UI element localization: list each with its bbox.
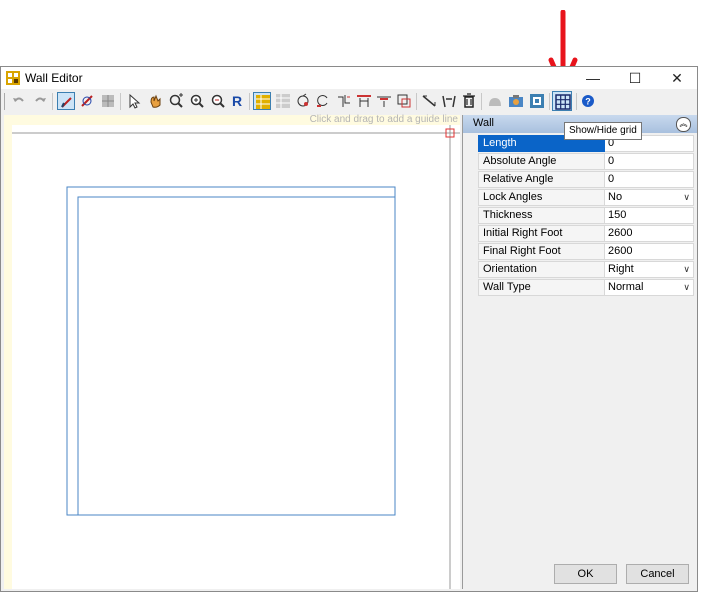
shape-icon[interactable] (486, 92, 504, 110)
wall-table-icon[interactable] (253, 92, 271, 110)
collapse-chevron-icon[interactable]: ︽ (676, 117, 691, 132)
property-value-input[interactable]: 2600 (605, 243, 694, 260)
rotate-icon[interactable] (294, 92, 312, 110)
svg-text:?: ? (585, 97, 591, 107)
grid-tooltip: Show/Hide grid (564, 122, 642, 140)
toolbar-separator (120, 93, 121, 110)
property-name: Absolute Angle (478, 153, 605, 170)
window-title: Wall Editor (25, 71, 83, 85)
close-button[interactable]: ✕ (656, 67, 698, 89)
property-value-input[interactable]: 2600 (605, 225, 694, 242)
property-panel: Wall ︽ Length 0 Absolute Angle 0 Relativ… (462, 115, 697, 589)
property-row-relative-angle[interactable]: Relative Angle 0 (478, 171, 694, 188)
align-bottom-icon[interactable] (375, 92, 393, 110)
drawing-area[interactable]: Click and drag to add a guide line (4, 114, 460, 589)
property-value-input[interactable]: 0 (605, 153, 694, 170)
property-row-final-right-foot[interactable]: Final Right Foot 2600 (478, 243, 694, 260)
property-name: Final Right Foot (478, 243, 605, 260)
property-name: Lock Angles (478, 189, 605, 206)
property-name: Orientation (478, 261, 605, 278)
trash-icon[interactable] (460, 92, 478, 110)
chevron-down-icon[interactable]: ∨ (683, 280, 690, 295)
toolbar-separator (52, 93, 53, 110)
draw-wall-icon[interactable] (57, 92, 75, 110)
property-name: Initial Right Foot (478, 225, 605, 242)
canvas-drawing (12, 125, 460, 589)
app-icon (6, 71, 20, 85)
ok-button[interactable]: OK (554, 564, 617, 584)
zoom-plus-icon[interactable] (167, 92, 185, 110)
svg-text:R: R (232, 93, 242, 109)
property-value-select[interactable]: No ∨ (605, 189, 694, 206)
zoom-in-icon[interactable] (188, 92, 206, 110)
grid-icon[interactable] (552, 91, 572, 111)
measure-icon[interactable] (420, 92, 438, 110)
maximize-button[interactable]: ☐ (614, 67, 656, 89)
title-bar: Wall Editor — ☐ ✕ (1, 67, 697, 89)
property-section-title: Wall (473, 117, 494, 129)
property-name: Wall Type (478, 279, 605, 296)
toolbar-separator (549, 93, 550, 110)
guide-hint-text: Click and drag to add a guide line (309, 114, 458, 125)
split-wall-icon[interactable] (335, 92, 353, 110)
property-value-input[interactable]: 0 (605, 171, 694, 188)
rotate-left-icon[interactable] (314, 92, 332, 110)
property-row-absolute-angle[interactable]: Absolute Angle 0 (478, 153, 694, 170)
undo-icon[interactable] (10, 92, 28, 110)
hatch-icon[interactable] (99, 92, 117, 110)
offset-icon[interactable] (395, 92, 413, 110)
select-pointer-icon[interactable] (125, 92, 143, 110)
door-table-icon[interactable] (274, 92, 292, 110)
property-name: Thickness (478, 207, 605, 224)
align-top-icon[interactable] (355, 92, 373, 110)
property-value-select[interactable]: Right ∨ (605, 261, 694, 278)
property-row-orientation[interactable]: Orientation Right ∨ (478, 261, 694, 278)
toolbar-grip (4, 93, 5, 110)
property-name: Relative Angle (478, 171, 605, 188)
chevron-down-icon[interactable]: ∨ (683, 190, 690, 205)
texture-icon[interactable] (528, 92, 546, 110)
cancel-button[interactable]: Cancel (626, 564, 689, 584)
reset-view-icon[interactable]: R (229, 92, 247, 110)
photo-icon[interactable] (507, 92, 525, 110)
toolbar-separator (416, 93, 417, 110)
toolbar-separator (481, 93, 482, 110)
property-value: Normal (608, 281, 644, 293)
redo-icon[interactable] (31, 92, 49, 110)
toolbar: R ? (1, 89, 697, 115)
property-value: No (608, 191, 623, 203)
minimize-button[interactable]: — (572, 67, 614, 89)
wall-editor-window: Wall Editor — ☐ ✕ R ? Click and drag to … (0, 66, 698, 592)
property-value-input[interactable]: 150 (605, 207, 694, 224)
toolbar-separator (576, 93, 577, 110)
property-row-thickness[interactable]: Thickness 150 (478, 207, 694, 224)
pan-hand-icon[interactable] (146, 92, 164, 110)
property-row-initial-right-foot[interactable]: Initial Right Foot 2600 (478, 225, 694, 242)
property-value: Right (608, 263, 634, 275)
drawing-canvas[interactable] (12, 125, 460, 589)
chevron-down-icon[interactable]: ∨ (683, 262, 690, 277)
trim-icon[interactable] (440, 92, 458, 110)
wall-inner-edge (77, 196, 396, 516)
toolbar-separator (249, 93, 250, 110)
zoom-out-icon[interactable] (209, 92, 227, 110)
property-row-lock-angles[interactable]: Lock Angles No ∨ (478, 189, 694, 206)
property-value-select[interactable]: Normal ∨ (605, 279, 694, 296)
property-row-wall-type[interactable]: Wall Type Normal ∨ (478, 279, 694, 296)
delete-wall-icon[interactable] (78, 92, 96, 110)
help-icon[interactable]: ? (579, 92, 597, 110)
wall-outer-edge (66, 186, 396, 516)
